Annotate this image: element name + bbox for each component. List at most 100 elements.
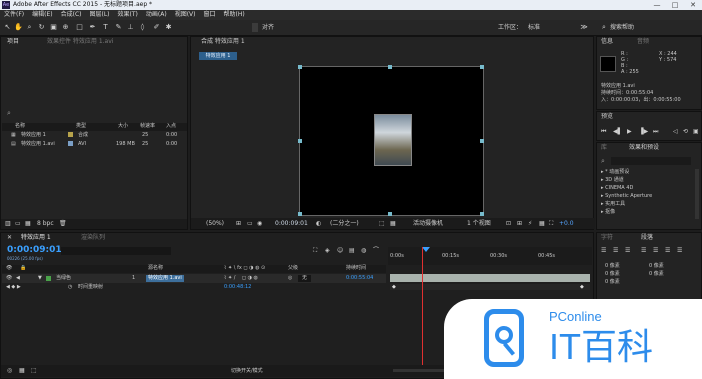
align-right-icon[interactable]: ☰ <box>625 247 630 254</box>
property-value[interactable]: 0:00:48:12 <box>224 284 251 291</box>
snap-checkbox[interactable] <box>252 23 258 32</box>
tab-composition[interactable]: 合成 特效应用 1 <box>201 38 245 46</box>
loop-icon[interactable]: ⟲ <box>683 128 688 135</box>
current-time-indicator-icon[interactable] <box>422 247 430 252</box>
transparency-grid-icon[interactable]: ▦ <box>390 220 396 227</box>
tab-audio[interactable]: 音频 <box>637 38 649 46</box>
audio-icon[interactable]: ◁ <box>673 128 678 135</box>
color-depth-button[interactable]: 8 bpc <box>37 220 54 227</box>
column-fps[interactable]: 帧速率 <box>140 123 155 130</box>
effects-category[interactable]: ▸ * 动画预设 <box>601 169 629 176</box>
column-type[interactable]: 类型 <box>76 123 86 130</box>
exposure-value[interactable]: +0.0 <box>559 220 574 227</box>
space-after-value[interactable]: 0 像素 <box>649 271 664 278</box>
puppet-tool-icon[interactable]: ✱ <box>164 23 173 32</box>
tab-library[interactable]: 库 <box>601 144 607 152</box>
table-row[interactable]: 👁 ◀ ▼ 当绿色 1 特效应用 1.avi ⌇ ✦ / ◻ ◑ ◍ ◎ 无 0… <box>2 274 386 283</box>
grid-icon[interactable]: ⊞ <box>236 220 241 227</box>
in-out-pane-icon[interactable]: ⬚ <box>31 367 37 374</box>
interpret-footage-icon[interactable]: ▥ <box>5 220 11 227</box>
snapshot-icon[interactable]: ◐ <box>316 220 321 227</box>
close-button[interactable]: ✕ <box>684 0 702 10</box>
selection-tool-icon[interactable]: ↖ <box>3 23 12 32</box>
first-line-indent-value[interactable]: 0 像素 <box>605 279 620 286</box>
transform-handle[interactable] <box>298 212 302 216</box>
transform-handle[interactable] <box>388 65 392 69</box>
list-item[interactable]: ▦ 特效应用 1 合成 25 0:00 <box>2 132 187 140</box>
menu-view[interactable]: 视图(V) <box>171 10 200 20</box>
mask-icon[interactable]: ▭ <box>247 220 253 227</box>
space-before-value[interactable]: 0 像素 <box>605 271 620 278</box>
stopwatch-icon[interactable]: ◷ <box>68 284 72 291</box>
brush-tool-icon[interactable]: ✎ <box>114 23 123 32</box>
type-tool-icon[interactable]: T <box>101 23 110 32</box>
first-frame-icon[interactable]: ⏮ <box>601 128 606 135</box>
shy-layers-icon[interactable]: ☺ <box>337 247 343 254</box>
last-frame-icon[interactable]: ⏭ <box>653 128 658 135</box>
menu-animation[interactable]: 动画(A) <box>142 10 171 20</box>
pan-behind-tool-icon[interactable]: ⊕ <box>61 23 70 32</box>
frame-blending-icon[interactable]: ▤ <box>349 247 355 254</box>
render-toggle-icon[interactable]: ⊡ <box>506 220 511 227</box>
modes-pane-icon[interactable]: ▦ <box>19 367 25 374</box>
camera-view-dropdown[interactable]: 活动摄像机 <box>413 220 443 227</box>
3d-view-icon[interactable]: ⊞ <box>517 220 522 227</box>
pen-tool-icon[interactable]: ✒ <box>88 23 97 32</box>
flowchart-icon[interactable]: ⛶ <box>549 220 553 227</box>
parent-pick-whip-icon[interactable]: ◎ <box>288 275 292 282</box>
camera-tool-icon[interactable]: ▣ <box>49 23 58 32</box>
menu-effect[interactable]: 效果(T) <box>114 10 142 20</box>
search-help-input[interactable]: 搜索帮助 <box>610 23 670 32</box>
prev-frame-icon[interactable]: ◀▌ <box>613 128 622 135</box>
camera-snapshot-icon[interactable]: ◉ <box>257 220 262 227</box>
justify-last-left-icon[interactable]: ☰ <box>641 247 646 254</box>
workspace-menu-icon[interactable]: ≫ <box>580 23 588 32</box>
label-color-swatch[interactable] <box>46 276 51 281</box>
play-icon[interactable]: ▶ <box>627 128 632 135</box>
tab-project[interactable]: 项目 <box>7 38 19 46</box>
column-name[interactable]: 名称 <box>15 123 25 130</box>
view-layout-dropdown[interactable]: 1 个视图 <box>467 220 491 227</box>
indent-left-value[interactable]: 0 像素 <box>605 263 620 270</box>
layer-switches[interactable]: ⌇ ✦ / ◻ ◑ ◍ <box>224 275 258 282</box>
tab-render-queue[interactable]: 渲染队列 <box>81 234 105 242</box>
comp-mini-flowchart-icon[interactable]: ⛶ <box>313 247 317 254</box>
timeline-timecode[interactable]: 0:00:09:01 <box>7 245 62 255</box>
menu-edit[interactable]: 编辑(E) <box>28 10 56 20</box>
transform-handle[interactable] <box>480 139 484 143</box>
list-item[interactable]: ▤ 特效应用 1.avi AVI 198 MB 25 0:00 <box>2 141 187 149</box>
graph-editor-icon[interactable]: ⌒ <box>373 247 379 254</box>
scrollbar[interactable] <box>695 169 699 219</box>
workspace-dropdown[interactable]: 标准 <box>528 23 568 32</box>
transform-handle[interactable] <box>298 65 302 69</box>
effects-category[interactable]: ▸ 实用工具 <box>601 201 625 208</box>
visibility-toggle-icon[interactable]: 👁 <box>6 275 12 282</box>
fast-preview-icon[interactable]: ⚡ <box>528 220 532 227</box>
timeline-search-input[interactable] <box>61 247 171 255</box>
transform-handle[interactable] <box>480 65 484 69</box>
menu-composition[interactable]: 合成(C) <box>57 10 86 20</box>
minimize-button[interactable]: — <box>648 0 666 10</box>
transform-handle[interactable] <box>298 139 302 143</box>
tab-info[interactable]: 信息 <box>601 38 613 46</box>
current-time-display[interactable]: 0:00:09:01 <box>275 220 308 227</box>
zoom-tool-icon[interactable]: ⌕ <box>25 23 34 32</box>
column-in[interactable]: 入点 <box>166 123 176 130</box>
rectangle-tool-icon[interactable]: □ <box>75 23 84 32</box>
justify-last-right-icon[interactable]: ☰ <box>665 247 670 254</box>
justify-last-center-icon[interactable]: ☰ <box>653 247 658 254</box>
column-source-name[interactable]: 源名称 <box>148 265 163 272</box>
table-row[interactable]: ◀ ◆ ▶ ◷ 时间重映射 0:00:48:12 <box>2 284 386 292</box>
menu-layer[interactable]: 图层(L) <box>86 10 114 20</box>
expand-arrow-icon[interactable]: ▼ <box>38 275 42 282</box>
motion-blur-icon[interactable]: ◍ <box>361 247 366 254</box>
magnification-dropdown[interactable]: (50%) <box>206 220 224 227</box>
close-tab-icon[interactable]: ✕ <box>7 234 12 242</box>
effects-search-input[interactable] <box>611 157 691 165</box>
menu-help[interactable]: 帮助(H) <box>220 10 249 20</box>
column-duration[interactable]: 持续时间 <box>346 265 366 272</box>
menu-file[interactable]: 文件(F) <box>0 10 28 20</box>
tab-effects-presets[interactable]: 效果和预设 <box>629 144 659 152</box>
audio-toggle-icon[interactable]: ◀ <box>16 275 20 282</box>
effects-category[interactable]: ▸ 3D 通道 <box>601 177 624 184</box>
